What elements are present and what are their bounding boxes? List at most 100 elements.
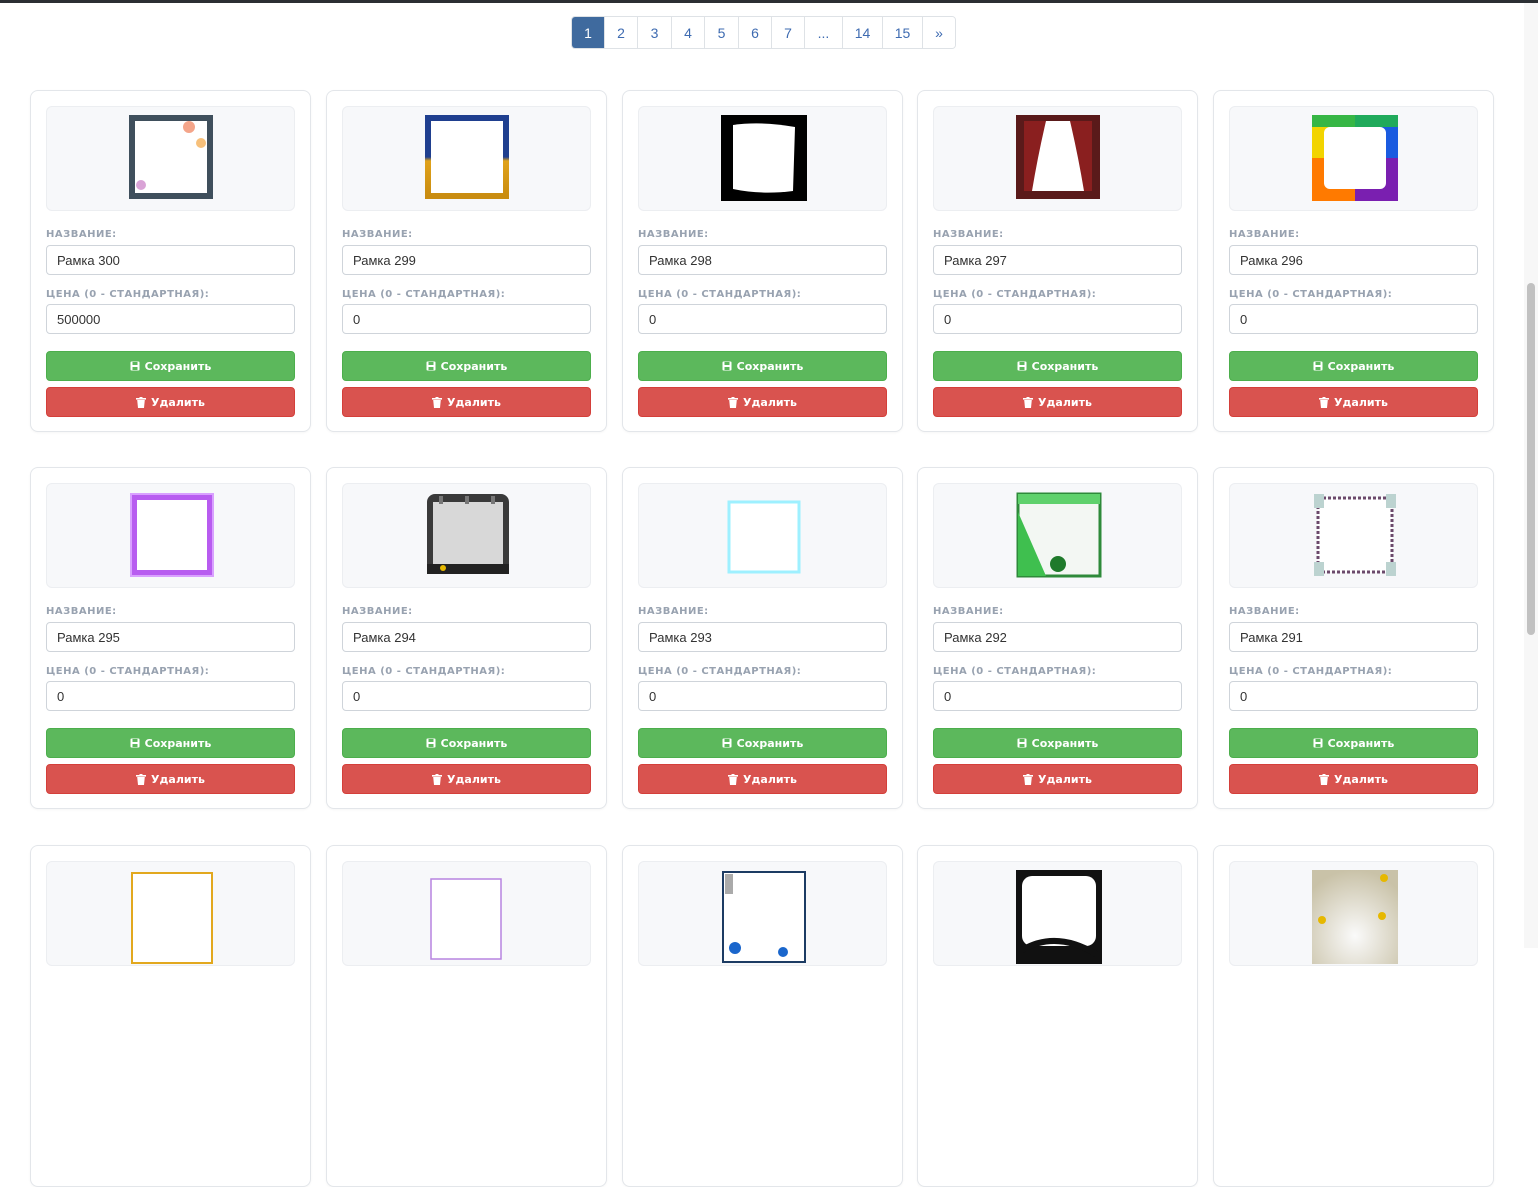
price-label: ЦЕНА (0 - СТАНДАРТНАЯ): — [1229, 289, 1393, 300]
frame-card: НАЗВАНИЕ: ЦЕНА (0 - СТАНДАРТНАЯ): Сохран… — [1213, 467, 1494, 809]
price-label: ЦЕНА (0 - СТАНДАРТНАЯ): — [342, 666, 506, 677]
name-input[interactable] — [638, 245, 887, 275]
trash-icon — [136, 396, 147, 408]
frame-preview-image — [129, 115, 213, 199]
delete-button[interactable]: Удалить — [46, 764, 295, 794]
name-input[interactable] — [342, 245, 591, 275]
save-button[interactable]: Сохранить — [638, 728, 887, 758]
pagination-page[interactable]: 3 — [637, 17, 671, 48]
save-button-label: Сохранить — [1327, 736, 1395, 750]
frame-preview — [638, 861, 887, 966]
price-input[interactable] — [342, 681, 591, 711]
delete-button[interactable]: Удалить — [1229, 764, 1478, 794]
frame-card: НАЗВАНИЕ: ЦЕНА (0 - СТАНДАРТНАЯ): Сохран… — [622, 467, 903, 809]
delete-button[interactable]: Удалить — [342, 764, 591, 794]
frame-card: НАЗВАНИЕ: ЦЕНА (0 - СТАНДАРТНАЯ): Сохран… — [917, 90, 1198, 432]
name-label: НАЗВАНИЕ: — [933, 229, 1004, 240]
price-input[interactable] — [638, 681, 887, 711]
delete-button-label: Удалить — [1334, 772, 1388, 786]
delete-button[interactable]: Удалить — [1229, 387, 1478, 417]
trash-icon — [1023, 396, 1034, 408]
delete-button[interactable]: Удалить — [342, 387, 591, 417]
delete-button[interactable]: Удалить — [638, 387, 887, 417]
save-button[interactable]: Сохранить — [933, 351, 1182, 381]
save-button[interactable]: Сохранить — [638, 351, 887, 381]
save-button[interactable]: Сохранить — [342, 351, 591, 381]
save-button[interactable]: Сохранить — [1229, 728, 1478, 758]
trash-icon — [1023, 773, 1034, 785]
name-input[interactable] — [46, 245, 295, 275]
delete-button[interactable]: Удалить — [638, 764, 887, 794]
price-input[interactable] — [638, 304, 887, 334]
pagination-page[interactable]: 4 — [671, 17, 704, 48]
price-input[interactable] — [342, 304, 591, 334]
frame-preview-image — [1314, 494, 1396, 576]
price-input[interactable] — [1229, 681, 1478, 711]
frame-preview — [1229, 106, 1478, 211]
trash-icon — [136, 773, 147, 785]
pagination: 1 2 3 4 5 6 7... 14 15» — [571, 16, 956, 49]
save-icon — [1313, 738, 1323, 748]
frame-card — [622, 845, 903, 1187]
frame-preview-image — [721, 115, 807, 201]
pagination-page[interactable]: 6 — [738, 17, 771, 48]
pagination-next[interactable]: » — [922, 17, 955, 48]
price-input[interactable] — [46, 681, 295, 711]
save-button[interactable]: Сохранить — [342, 728, 591, 758]
name-input[interactable] — [638, 622, 887, 652]
frame-preview — [342, 861, 591, 966]
save-button[interactable]: Сохранить — [46, 728, 295, 758]
frame-preview-image — [1312, 870, 1398, 964]
name-input[interactable] — [933, 622, 1182, 652]
frame-preview — [933, 861, 1182, 966]
pagination-page[interactable]: 2 — [604, 17, 637, 48]
save-button-label: Сохранить — [144, 736, 212, 750]
pagination-page[interactable]: 15 — [882, 17, 922, 48]
save-button-label: Сохранить — [1327, 359, 1395, 373]
price-label: ЦЕНА (0 - СТАНДАРТНАЯ): — [638, 289, 802, 300]
save-icon — [426, 738, 436, 748]
scrollbar-thumb[interactable] — [1527, 283, 1535, 635]
name-input[interactable] — [1229, 622, 1478, 652]
frame-preview-image — [722, 871, 806, 963]
save-button[interactable]: Сохранить — [46, 351, 295, 381]
frame-card — [917, 845, 1198, 1187]
pagination-page[interactable]: 1 — [572, 17, 604, 48]
price-input[interactable] — [46, 304, 295, 334]
save-button[interactable]: Сохранить — [933, 728, 1182, 758]
frame-preview — [638, 106, 887, 211]
delete-button-label: Удалить — [743, 395, 797, 409]
save-icon — [426, 361, 436, 371]
pagination-page[interactable]: 7 — [771, 17, 804, 48]
delete-button-label: Удалить — [447, 395, 501, 409]
delete-button-label: Удалить — [151, 772, 205, 786]
name-input[interactable] — [46, 622, 295, 652]
name-label: НАЗВАНИЕ: — [46, 606, 117, 617]
name-input[interactable] — [933, 245, 1182, 275]
frame-card: НАЗВАНИЕ: ЦЕНА (0 - СТАНДАРТНАЯ): Сохран… — [622, 90, 903, 432]
delete-button-label: Удалить — [1038, 772, 1092, 786]
pagination-page[interactable]: 5 — [704, 17, 738, 48]
price-label: ЦЕНА (0 - СТАНДАРТНАЯ): — [1229, 666, 1393, 677]
price-input[interactable] — [933, 304, 1182, 334]
name-input[interactable] — [342, 622, 591, 652]
delete-button[interactable]: Удалить — [933, 387, 1182, 417]
trash-icon — [728, 396, 739, 408]
save-button-label: Сохранить — [440, 359, 508, 373]
frame-preview — [46, 861, 295, 966]
name-input[interactable] — [1229, 245, 1478, 275]
frame-preview — [342, 483, 591, 588]
name-label: НАЗВАНИЕ: — [342, 606, 413, 617]
top-border — [0, 0, 1538, 3]
frame-preview-image — [1016, 870, 1102, 964]
frame-preview-image — [425, 115, 509, 199]
delete-button[interactable]: Удалить — [46, 387, 295, 417]
trash-icon — [432, 396, 443, 408]
frame-card: НАЗВАНИЕ: ЦЕНА (0 - СТАНДАРТНАЯ): Сохран… — [30, 467, 311, 809]
pagination-page[interactable]: 14 — [842, 17, 882, 48]
delete-button-label: Удалить — [1334, 395, 1388, 409]
delete-button[interactable]: Удалить — [933, 764, 1182, 794]
price-input[interactable] — [933, 681, 1182, 711]
save-button[interactable]: Сохранить — [1229, 351, 1478, 381]
price-input[interactable] — [1229, 304, 1478, 334]
